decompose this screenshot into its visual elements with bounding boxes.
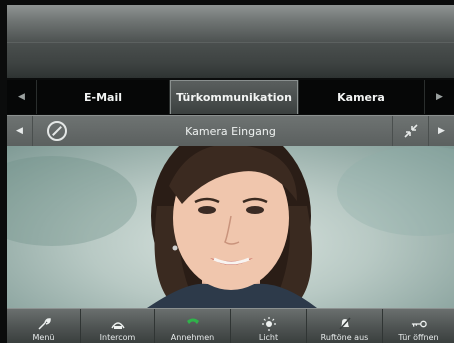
tab-bar: ◀ E-Mail Türkommunikation Kamera ▶ [7,80,454,114]
ringtones-off-label: Ruftöne aus [320,333,369,342]
tab-door-communication-label: Türkommunikation [176,91,292,104]
sub-header-bar [7,42,454,78]
light-label: Licht [258,333,279,342]
bottom-toolbar: Menü Intercom Annehmen Licht Ruftöne aus [7,308,454,343]
intercom-label: Intercom [99,333,136,342]
phone-icon [185,317,201,331]
tab-door-communication[interactable]: Türkommunikation [170,80,298,114]
app-window: ◀ E-Mail Türkommunikation Kamera ▶ ◀ Kam… [0,0,454,343]
collapse-view-icon[interactable] [392,116,428,146]
menu-label: Menü [32,333,55,342]
camera-next-icon[interactable]: ▶ [428,116,454,146]
open-door-label: Tür öffnen [398,333,439,342]
top-header-bar [7,5,454,42]
light-icon [261,317,277,331]
wrench-icon [36,317,52,331]
compass-icon[interactable] [47,121,67,141]
accept-call-label: Annehmen [170,333,215,342]
camera-prev-icon[interactable]: ◀ [7,116,33,146]
tab-email-label: E-Mail [84,90,122,104]
light-button[interactable]: Licht [231,309,307,343]
camera-title: Kamera Eingang [185,124,276,138]
camera-video-feed [7,146,454,308]
intercom-button[interactable]: Intercom [81,309,155,343]
tab-camera-label: Kamera [337,90,385,104]
tab-scroll-left-icon[interactable]: ◀ [7,80,37,114]
bell-off-icon [337,317,353,331]
camera-header: ◀ Kamera Eingang ▶ [7,115,454,146]
open-door-button[interactable]: Tür öffnen [383,309,454,343]
tab-email[interactable]: E-Mail [37,80,170,114]
tab-scroll-right-icon[interactable]: ▶ [424,80,454,114]
tab-camera[interactable]: Kamera [298,80,423,114]
menu-button[interactable]: Menü [7,309,81,343]
accept-call-button[interactable]: Annehmen [155,309,231,343]
key-icon [411,317,427,331]
intercom-icon [110,317,126,331]
ringtones-off-button[interactable]: Ruftöne aus [307,309,383,343]
